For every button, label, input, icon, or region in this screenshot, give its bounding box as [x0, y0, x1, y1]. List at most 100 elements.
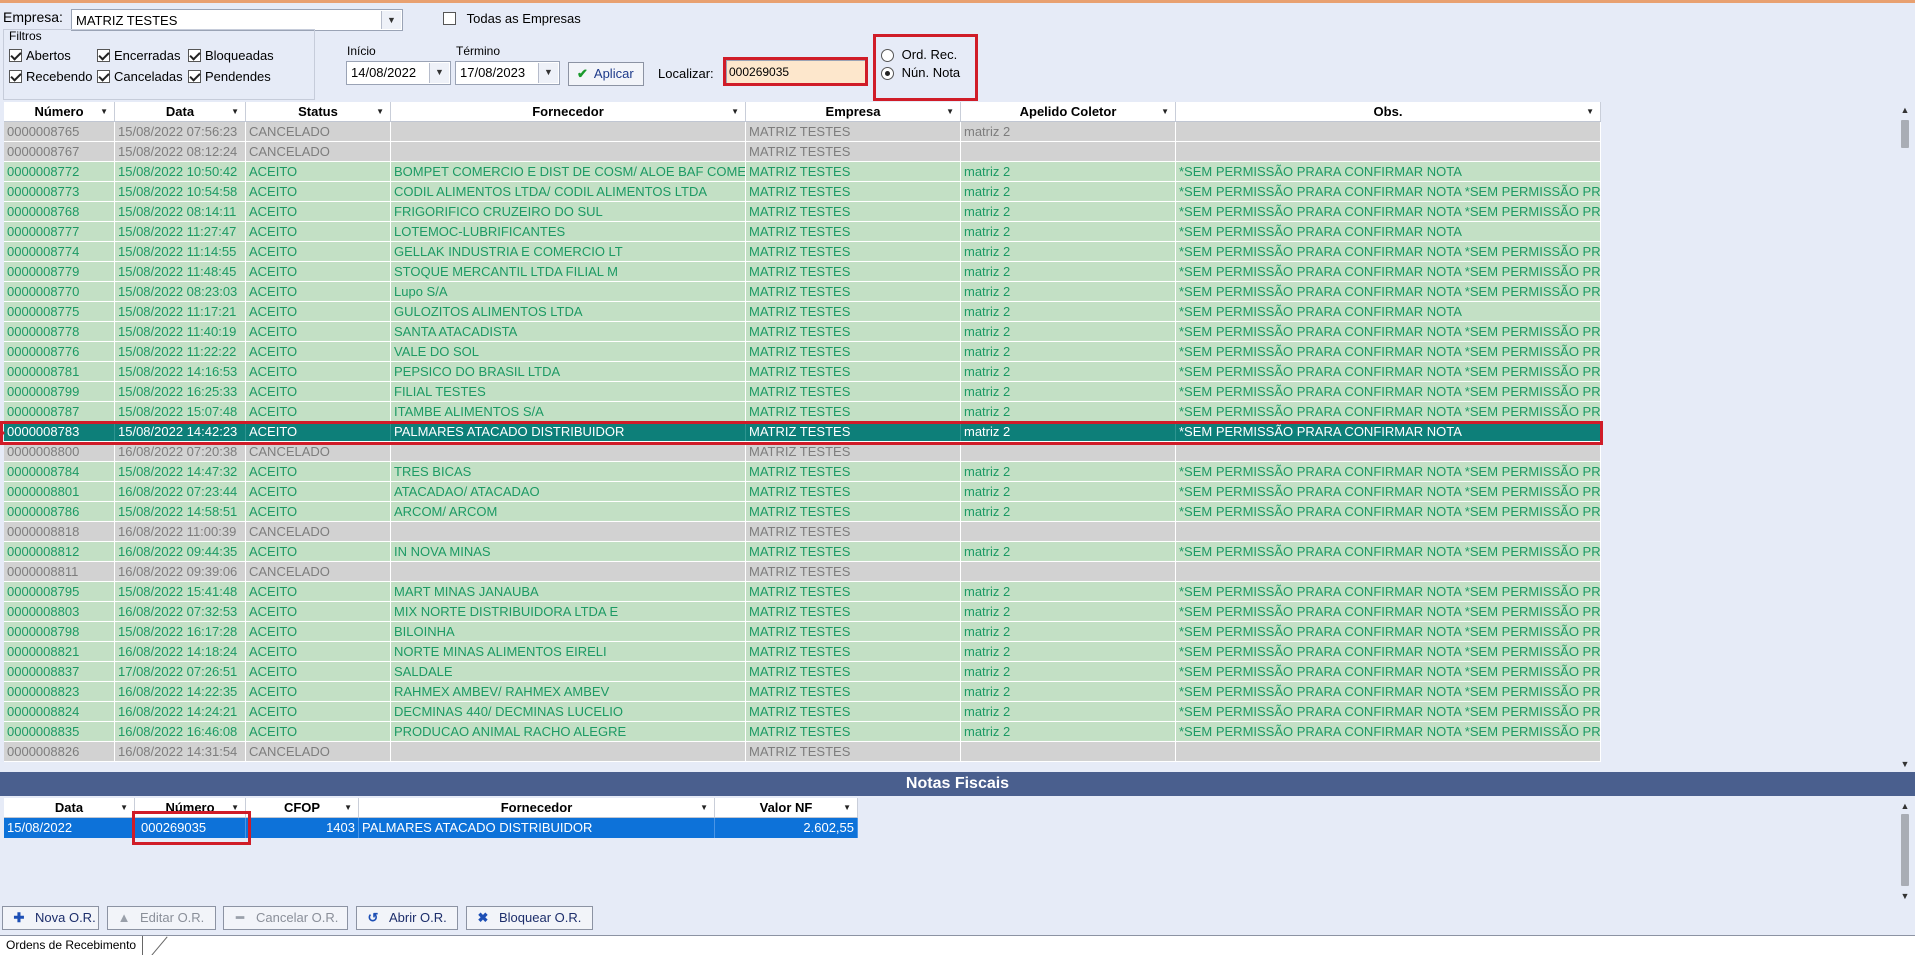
table-row[interactable]: 0000008784 15/08/2022 14:47:32 ACEITO TRES …	[4, 462, 1601, 482]
chevron-down-icon[interactable]: ▼	[731, 102, 739, 121]
abrir-or-button[interactable]: ↺ Abrir O.R.	[356, 906, 458, 930]
col-header-obs[interactable]: Obs. ▼	[1176, 102, 1601, 121]
col-header-apelido[interactable]: Apelido Coletor ▼	[961, 102, 1176, 121]
scroll-down-icon[interactable]: ▼	[1899, 890, 1911, 902]
col-header-empresa[interactable]: Empresa ▼	[746, 102, 961, 121]
cell-numero: 0000008765	[4, 122, 115, 141]
table-row[interactable]: 0000008835 16/08/2022 16:46:08 ACEITO PRODU…	[4, 722, 1601, 742]
checkbox-icon[interactable]	[9, 49, 22, 63]
table-row[interactable]: 0000008798 15/08/2022 16:17:28 ACEITO BILOI…	[4, 622, 1601, 642]
nf-col-header-valor[interactable]: Valor NF ▼	[715, 798, 858, 817]
table-row[interactable]: 0000008811 16/08/2022 09:39:06 CANCELADO MA…	[4, 562, 1601, 582]
chevron-down-icon[interactable]: ▼	[700, 798, 708, 817]
table-row[interactable]: 0000008778 15/08/2022 11:40:19 ACEITO SANTA…	[4, 322, 1601, 342]
table-row[interactable]: 0000008781 15/08/2022 14:16:53 ACEITO PEPSI…	[4, 362, 1601, 382]
chevron-down-icon[interactable]: ▼	[381, 11, 401, 29]
nova-or-button[interactable]: ✚ Nova O.R.	[2, 906, 99, 930]
table-row[interactable]: 0000008837 17/08/2022 07:26:51 ACEITO SALDA…	[4, 662, 1601, 682]
table-row[interactable]: 0000008775 15/08/2022 11:17:21 ACEITO GULOZ…	[4, 302, 1601, 322]
chevron-down-icon[interactable]: ▼	[231, 102, 239, 121]
table-row[interactable]: 0000008787 15/08/2022 15:07:48 ACEITO ITAMB…	[4, 402, 1601, 422]
checkbox-icon[interactable]	[188, 49, 201, 63]
col-header-data[interactable]: Data ▼	[115, 102, 246, 121]
chevron-down-icon[interactable]: ▼	[1586, 102, 1594, 121]
table-row[interactable]: 0000008765 15/08/2022 07:56:23 CANCELADO MA…	[4, 122, 1601, 142]
nf-col-header-data[interactable]: Data ▼	[4, 798, 135, 817]
inicio-date-picker[interactable]: 14/08/2022 ▼	[346, 61, 451, 85]
todas-empresas-checkbox[interactable]: Todas as Empresas	[443, 11, 581, 26]
filter-pendendes[interactable]: Pendendes	[188, 69, 271, 84]
chevron-down-icon[interactable]: ▼	[429, 63, 449, 83]
table-row[interactable]: 0000008783 15/08/2022 14:42:23 ACEITO PALMA…	[4, 422, 1601, 442]
notas-scrollbar[interactable]: ▲ ▼	[1899, 800, 1911, 902]
table-row[interactable]: 0000008768 15/08/2022 08:14:11 ACEITO FRIGO…	[4, 202, 1601, 222]
table-row[interactable]: 0000008786 15/08/2022 14:58:51 ACEITO ARCOM…	[4, 502, 1601, 522]
chevron-down-icon[interactable]: ▼	[120, 798, 128, 817]
table-row[interactable]: 0000008779 15/08/2022 11:48:45 ACEITO STOQU…	[4, 262, 1601, 282]
table-row[interactable]: 0000008776 15/08/2022 11:22:22 ACEITO VALE …	[4, 342, 1601, 362]
checkbox-icon[interactable]	[9, 70, 22, 84]
nf-col-header-cfop[interactable]: CFOP ▼	[246, 798, 359, 817]
table-row[interactable]: 0000008774 15/08/2022 11:14:55 ACEITO GELLA…	[4, 242, 1601, 262]
chevron-down-icon[interactable]: ▼	[231, 798, 239, 817]
radio-icon[interactable]	[881, 67, 894, 81]
chevron-down-icon[interactable]: ▼	[843, 798, 851, 817]
checkbox-icon[interactable]	[97, 49, 110, 63]
filter-recebendo[interactable]: Recebendo	[9, 69, 93, 84]
scroll-thumb[interactable]	[1901, 120, 1909, 148]
radio-ord-rec[interactable]: Ord. Rec.	[881, 47, 957, 63]
filter-encerradas[interactable]: Encerradas	[97, 48, 180, 63]
checkbox-icon[interactable]	[97, 70, 110, 84]
col-header-fornecedor[interactable]: Fornecedor ▼	[391, 102, 746, 121]
termino-date-picker[interactable]: 17/08/2023 ▼	[455, 61, 560, 85]
empresa-select[interactable]: MATRIZ TESTES ▼	[71, 9, 403, 31]
scroll-up-icon[interactable]: ▲	[1899, 104, 1911, 116]
table-row[interactable]: 0000008770 15/08/2022 08:23:03 ACEITO Lupo …	[4, 282, 1601, 302]
table-row[interactable]: 0000008803 16/08/2022 07:32:53 ACEITO MIX N…	[4, 602, 1601, 622]
table-row[interactable]: 0000008777 15/08/2022 11:27:47 ACEITO LOTEM…	[4, 222, 1601, 242]
radio-icon[interactable]	[881, 49, 894, 63]
chevron-down-icon[interactable]: ▼	[100, 102, 108, 121]
reopen-icon: ↺	[367, 910, 379, 925]
scroll-down-icon[interactable]: ▼	[1899, 758, 1911, 770]
filter-canceladas[interactable]: Canceladas	[97, 69, 183, 84]
col-header-label: Valor NF	[759, 800, 813, 815]
table-row[interactable]: 0000008818 16/08/2022 11:00:39 CANCELADO MA…	[4, 522, 1601, 542]
chevron-down-icon[interactable]: ▼	[376, 102, 384, 121]
nf-col-header-fornecedor[interactable]: Fornecedor ▼	[359, 798, 715, 817]
chevron-down-icon[interactable]: ▼	[344, 798, 352, 817]
bloquear-or-button[interactable]: ✖ Bloquear O.R.	[466, 906, 593, 930]
editar-or-button[interactable]: ▲ Editar O.R.	[107, 906, 216, 930]
table-row[interactable]: 0000008800 16/08/2022 07:20:38 CANCELADO MA…	[4, 442, 1601, 462]
col-header-numero[interactable]: Número ▼	[4, 102, 115, 121]
chevron-down-icon[interactable]: ▼	[1161, 102, 1169, 121]
localizar-input[interactable]: 000269035	[726, 60, 866, 84]
radio-num-nota[interactable]: Nún. Nota	[881, 65, 960, 81]
table-row[interactable]: 0000008773 15/08/2022 10:54:58 ACEITO CODIL…	[4, 182, 1601, 202]
filter-bloqueadas[interactable]: Bloqueadas	[188, 48, 274, 63]
col-header-status[interactable]: Status ▼	[246, 102, 391, 121]
filter-abertos[interactable]: Abertos	[9, 48, 71, 63]
table-row[interactable]: 0000008826 16/08/2022 14:31:54 CANCELADO MA…	[4, 742, 1601, 762]
table-row[interactable]: 0000008824 16/08/2022 14:24:21 ACEITO DECMI…	[4, 702, 1601, 722]
checkbox-icon[interactable]	[443, 12, 456, 26]
table-row[interactable]: 0000008795 15/08/2022 15:41:48 ACEITO MART …	[4, 582, 1601, 602]
table-row[interactable]: 0000008767 15/08/2022 08:12:24 CANCELADO MA…	[4, 142, 1601, 162]
nf-col-header-numero[interactable]: Número ▼	[135, 798, 246, 817]
chevron-down-icon[interactable]: ▼	[538, 63, 558, 83]
scroll-up-icon[interactable]: ▲	[1899, 800, 1911, 812]
grid-scrollbar[interactable]: ▲ ▼	[1899, 104, 1911, 770]
nf-row[interactable]: 15/08/2022 000269035 1403 PALMARES ATACA…	[4, 818, 858, 838]
chevron-down-icon[interactable]: ▼	[946, 102, 954, 121]
scroll-thumb[interactable]	[1901, 814, 1909, 886]
table-row[interactable]: 0000008799 15/08/2022 16:25:33 ACEITO FILIA…	[4, 382, 1601, 402]
checkbox-icon[interactable]	[188, 70, 201, 84]
tab-ordens-de-recebimento[interactable]: Ordens de Recebimento	[0, 936, 144, 955]
table-row[interactable]: 0000008821 16/08/2022 14:18:24 ACEITO NORTE…	[4, 642, 1601, 662]
table-row[interactable]: 0000008823 16/08/2022 14:22:35 ACEITO RAHME…	[4, 682, 1601, 702]
cancelar-or-button[interactable]: ━ Cancelar O.R.	[223, 906, 348, 930]
table-row[interactable]: 0000008772 15/08/2022 10:50:42 ACEITO BOMPE…	[4, 162, 1601, 182]
table-row[interactable]: 0000008801 16/08/2022 07:23:44 ACEITO ATACA…	[4, 482, 1601, 502]
table-row[interactable]: 0000008812 16/08/2022 09:44:35 ACEITO IN NO…	[4, 542, 1601, 562]
aplicar-button[interactable]: ✔ Aplicar	[568, 62, 644, 86]
